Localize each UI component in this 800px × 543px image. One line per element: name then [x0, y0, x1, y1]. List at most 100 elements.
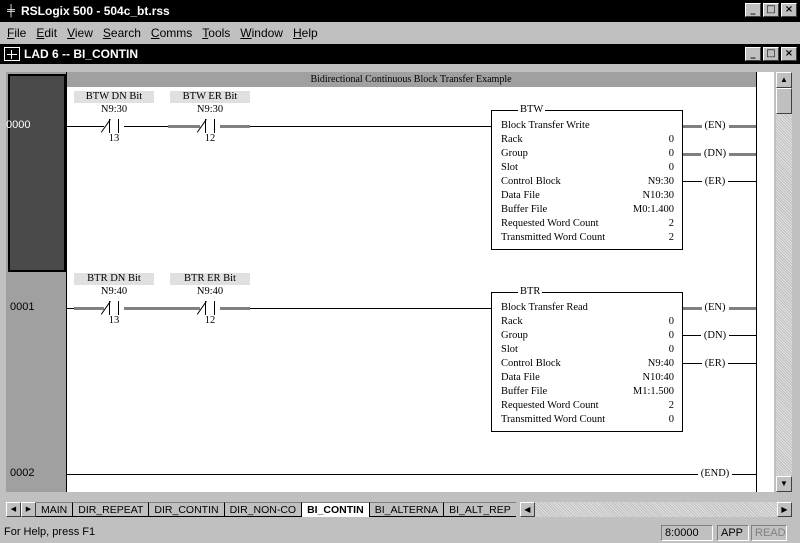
- contact-label: BTW ER Bit: [170, 91, 250, 103]
- vertical-scrollbar[interactable]: ▲ ▼: [776, 72, 792, 492]
- menu-file[interactable]: File: [2, 26, 31, 40]
- status-mode: APP: [717, 525, 749, 541]
- selected-rung-marker[interactable]: [8, 74, 66, 272]
- scroll-right-button[interactable]: ▶: [777, 502, 792, 517]
- param-value[interactable]: 0: [669, 162, 674, 173]
- param-value[interactable]: 2: [669, 218, 674, 229]
- tab-scroll-left-button[interactable]: ◀: [6, 502, 21, 517]
- instruction-title: Block Transfer Read: [501, 302, 588, 313]
- rung-wire: [66, 474, 756, 475]
- tab-scroll-right-button[interactable]: ▶: [21, 502, 36, 517]
- scroll-up-button[interactable]: ▲: [776, 72, 792, 88]
- param-value[interactable]: 0: [669, 316, 674, 327]
- param-name: Buffer File: [501, 386, 548, 397]
- param-value[interactable]: 2: [669, 400, 674, 411]
- param-name: Requested Word Count: [501, 218, 599, 229]
- param-value[interactable]: M1:1.500: [633, 386, 674, 397]
- param-value[interactable]: N9:30: [648, 176, 674, 187]
- end-instruction[interactable]: (END): [694, 468, 736, 480]
- left-power-rail: [66, 72, 67, 492]
- close-button[interactable]: ×: [781, 3, 797, 17]
- param-value[interactable]: N9:40: [648, 358, 674, 369]
- rung-wire: [66, 126, 491, 127]
- menu-tools[interactable]: Tools: [197, 26, 235, 40]
- coil-label: ER: [708, 176, 722, 187]
- child-close-button[interactable]: ×: [781, 47, 797, 61]
- tab-bi-alt-rep[interactable]: BI_ALT_REP: [443, 502, 516, 517]
- menu-search[interactable]: Search: [98, 26, 146, 40]
- param-value[interactable]: N10:30: [643, 190, 675, 201]
- coil-label: DN: [707, 148, 723, 159]
- child-minimize-button[interactable]: _: [745, 47, 761, 61]
- output-coil-en[interactable]: (EN): [698, 120, 732, 132]
- param-name: Requested Word Count: [501, 400, 599, 411]
- nc-contact[interactable]: [100, 119, 124, 133]
- output-coil-dn[interactable]: (DN): [698, 148, 732, 160]
- param-name: Rack: [501, 316, 523, 327]
- ladder-child-window: LAD 6 -- BI_CONTIN _ □ × Bidirectional C…: [0, 44, 800, 522]
- minimize-button[interactable]: _: [745, 3, 761, 17]
- tab-main[interactable]: MAIN: [36, 502, 73, 517]
- rung-number[interactable]: 0002: [10, 467, 50, 479]
- scroll-thumb[interactable]: [776, 88, 792, 114]
- output-coil-er[interactable]: (ER): [698, 176, 732, 188]
- nc-contact[interactable]: [100, 301, 124, 315]
- ladder-view[interactable]: Bidirectional Continuous Block Transfer …: [6, 72, 774, 492]
- contact-address: N9:30: [100, 104, 128, 115]
- rung-number[interactable]: 0001: [10, 301, 50, 313]
- scroll-left-button[interactable]: ◀: [519, 502, 535, 517]
- app-title: RSLogix 500 - 504c_bt.rss: [21, 4, 170, 18]
- menu-edit[interactable]: Edit: [31, 26, 62, 40]
- contact-bit: 13: [108, 133, 120, 144]
- param-name: Data File: [501, 372, 540, 383]
- ladder-app-icon: ╪: [7, 5, 15, 17]
- tab-bi-alterna[interactable]: BI_ALTERNA: [368, 502, 444, 517]
- param-value[interactable]: 2: [669, 232, 674, 243]
- tab-dir-contin[interactable]: DIR_CONTIN: [148, 502, 224, 517]
- contact-bit: 12: [204, 315, 216, 326]
- instruction-header: BTW: [518, 104, 546, 115]
- menu-comms[interactable]: Comms: [146, 26, 197, 40]
- contact-label: BTR ER Bit: [170, 273, 250, 285]
- child-title-bar: LAD 6 -- BI_CONTIN _ □ ×: [0, 44, 800, 64]
- tab-dir-non-co[interactable]: DIR_NON-CO: [223, 502, 302, 517]
- menu-window[interactable]: Window: [235, 26, 288, 40]
- param-name: Transmitted Word Count: [501, 414, 606, 425]
- output-coil-er[interactable]: (ER): [698, 358, 732, 370]
- menu-view[interactable]: View: [62, 26, 98, 40]
- nc-contact[interactable]: [196, 301, 220, 315]
- param-value[interactable]: 0: [669, 414, 674, 425]
- coil-label: ER: [708, 358, 722, 369]
- param-value[interactable]: N10:40: [643, 372, 675, 383]
- param-value[interactable]: 0: [669, 330, 674, 341]
- output-coil-dn[interactable]: (DN): [698, 330, 732, 342]
- param-name: Group: [501, 330, 528, 341]
- param-value[interactable]: 0: [669, 134, 674, 145]
- ladder-file-icon: [4, 47, 20, 61]
- param-value[interactable]: 0: [669, 344, 674, 355]
- contact-address: N9:40: [100, 286, 128, 297]
- tab-dir-repeat[interactable]: DIR_REPEAT: [72, 502, 149, 517]
- param-value[interactable]: M0:1.400: [633, 204, 674, 215]
- instruction-title: Block Transfer Write: [501, 120, 590, 131]
- status-bar: For Help, press F1 8:0000 APP READ: [0, 522, 800, 543]
- output-coil-en[interactable]: (EN): [698, 302, 732, 314]
- energized-wire: [74, 307, 250, 310]
- child-title: LAD 6 -- BI_CONTIN: [24, 47, 138, 61]
- nc-contact[interactable]: [196, 119, 220, 133]
- rung-number[interactable]: 0000: [6, 119, 46, 131]
- horizontal-scrollbar[interactable]: ◀ ▶: [519, 502, 792, 517]
- param-value[interactable]: 0: [669, 148, 674, 159]
- param-name: Control Block: [501, 358, 561, 369]
- child-maximize-button[interactable]: □: [763, 47, 779, 61]
- coil-label: EN: [708, 120, 722, 131]
- tab-bi-contin[interactable]: BI_CONTIN: [301, 502, 369, 517]
- btr-instruction-box[interactable]: BTR Block Transfer Read Rack 0 Group 0 Slo…: [491, 286, 683, 432]
- param-name: Slot: [501, 162, 518, 173]
- btw-instruction-box[interactable]: BTW Block Transfer Write Rack 0 Group 0 Sl…: [491, 104, 683, 250]
- maximize-button[interactable]: □: [763, 3, 779, 17]
- contact-label: BTW DN Bit: [74, 91, 154, 103]
- menu-help[interactable]: Help: [288, 26, 323, 40]
- param-name: Buffer File: [501, 204, 548, 215]
- scroll-down-button[interactable]: ▼: [776, 476, 792, 492]
